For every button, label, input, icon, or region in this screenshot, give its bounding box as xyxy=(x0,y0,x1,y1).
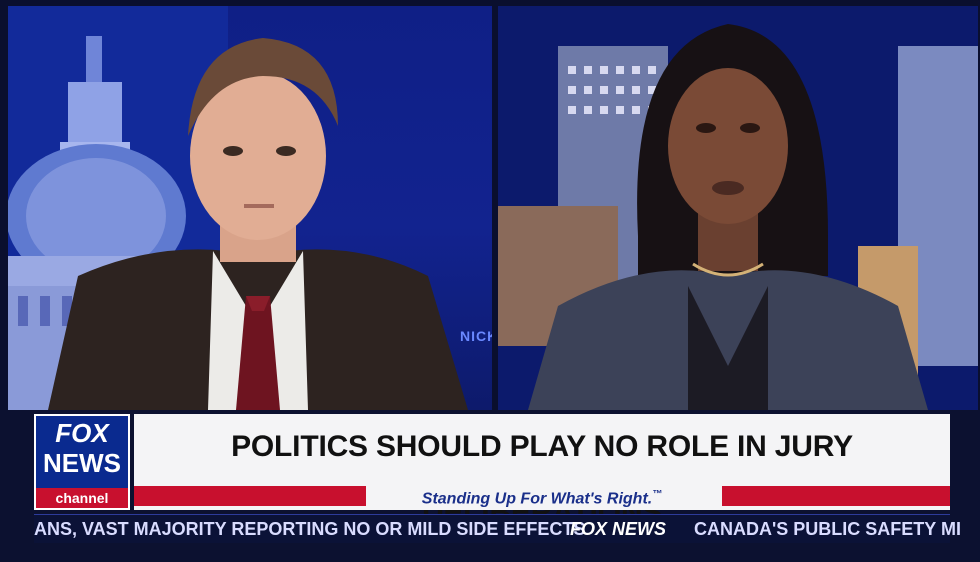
logo-news-text: NEWS xyxy=(43,448,121,478)
guest-person xyxy=(528,24,928,410)
right-video-panel xyxy=(498,6,978,410)
slogan-stripe-left xyxy=(134,486,366,506)
slogan-trademark: ™ xyxy=(652,489,663,500)
slogan-text: Standing Up For What's Right.™ xyxy=(384,480,700,510)
ticker-right-text: CANADA'S PUBLIC SAFETY MI xyxy=(694,519,961,539)
logo-channel-text: channel xyxy=(36,488,128,508)
left-video-panel: NICK xyxy=(8,6,492,410)
ticker-left-text: ANS, VAST MAJORITY REPORTING NO OR MILD … xyxy=(34,519,586,539)
slogan-bar: Standing Up For What's Right.™ xyxy=(134,480,950,510)
fox-news-channel-logo: FOX NEWS channel xyxy=(34,414,130,510)
ticker-logo-text: FOX NEWS xyxy=(570,519,667,539)
headline-text: POLITICS SHOULD PLAY NO ROLE IN JURY DEL… xyxy=(231,430,853,529)
slogan-main: Standing Up For What's Right. xyxy=(421,490,653,508)
news-ticker: ANS, VAST MAJORITY REPORTING NO OR MILD … xyxy=(34,514,961,543)
background-signage-text: NICK xyxy=(460,328,492,344)
logo-fox-text: FOX xyxy=(55,418,109,448)
headline-bar: POLITICS SHOULD PLAY NO ROLE IN JURY DEL… xyxy=(134,414,950,529)
slogan-stripe-right xyxy=(722,486,950,506)
host-person xyxy=(48,38,468,410)
